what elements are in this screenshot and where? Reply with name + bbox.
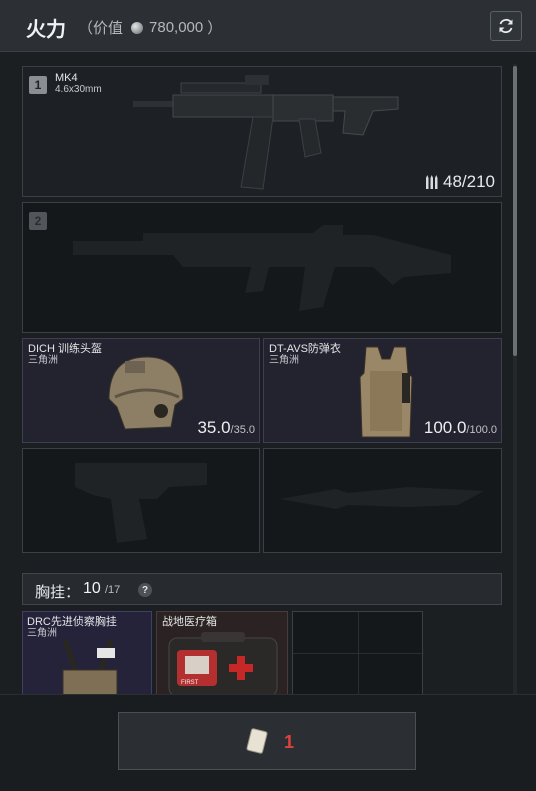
value-label: （价值	[78, 20, 124, 37]
note-card-icon	[246, 728, 268, 754]
armor-durability-max: /100.0	[466, 424, 497, 436]
refresh-button[interactable]	[490, 11, 522, 41]
pistol-slot[interactable]	[22, 448, 260, 553]
medkit-tag-text: FIRST	[181, 680, 199, 686]
weapon-caliber: 4.6x30mm	[55, 84, 102, 95]
helmet-durability-max: /35.0	[230, 424, 255, 436]
value-amount: 780,000	[149, 19, 204, 36]
chest-rig-item-slot[interactable]: DRC先进侦察胸挂 三角洲	[22, 611, 152, 696]
chest-rig-header: 胸挂： 10 /17 ?	[22, 573, 502, 605]
medkit-image: FIRST	[168, 632, 278, 696]
helmet-brand: 三角洲	[28, 355, 58, 366]
chest-rig-item-name: DRC先进侦察胸挂	[27, 616, 117, 628]
refresh-icon	[499, 18, 513, 34]
bottom-item-count: 1	[284, 732, 295, 752]
helmet-durability-value: 35.0	[197, 418, 231, 437]
chest-rig-count: 10	[83, 580, 101, 597]
chest-rig-image	[62, 640, 118, 696]
scrollbar-thumb[interactable]	[513, 66, 517, 356]
armor-name: DT-AVS防弹衣	[269, 343, 341, 355]
helmet-durability: 35.0/35.0	[197, 418, 255, 438]
rifle-silhouette-icon	[73, 225, 451, 311]
pistol-silhouette-icon	[75, 463, 207, 543]
chest-rig-label: 胸挂：	[35, 584, 81, 601]
ammo-value: 48/210	[443, 172, 495, 191]
coin-icon	[131, 21, 144, 34]
armor-slot[interactable]: DT-AVS防弹衣 三角洲 100.0/100.0	[263, 338, 502, 443]
empty-grid-slot[interactable]	[292, 611, 424, 696]
slot-number-badge: 2	[29, 212, 47, 230]
chest-rig-capacity: /17	[105, 584, 121, 596]
page-title: 火力	[26, 19, 66, 41]
value-close: ）	[207, 20, 223, 37]
weapon-name: MK4	[55, 72, 78, 84]
armor-brand: 三角洲	[269, 355, 299, 366]
helmet-image	[108, 356, 184, 430]
armor-durability: 100.0/100.0	[424, 418, 497, 438]
helmet-slot[interactable]: DICH 训练头盔 三角洲 35.0/35.0	[22, 338, 260, 443]
slot-number-badge: 1	[29, 76, 47, 94]
ammo-count: 48/210	[426, 172, 495, 192]
melee-slot[interactable]	[263, 448, 502, 553]
medkit-item-slot[interactable]: 战地医疗箱 FIRST	[156, 611, 288, 696]
rifle-image	[133, 75, 399, 190]
primary-weapon-slot-1[interactable]: 1 MK4 4.6x30mm 48/210	[22, 66, 502, 197]
medkit-name: 战地医疗箱	[162, 616, 217, 628]
help-icon[interactable]: ?	[138, 583, 152, 597]
armor-durability-value: 100.0	[423, 418, 467, 437]
bullets-icon	[426, 175, 438, 189]
knife-silhouette-icon	[280, 487, 484, 509]
chest-rig-item-brand: 三角洲	[27, 628, 57, 639]
armor-image	[359, 346, 413, 438]
helmet-name: DICH 训练头盔	[28, 343, 102, 355]
value-display: （价值 780,000 ）	[78, 17, 222, 38]
primary-weapon-slot-2[interactable]: 2	[22, 202, 502, 333]
